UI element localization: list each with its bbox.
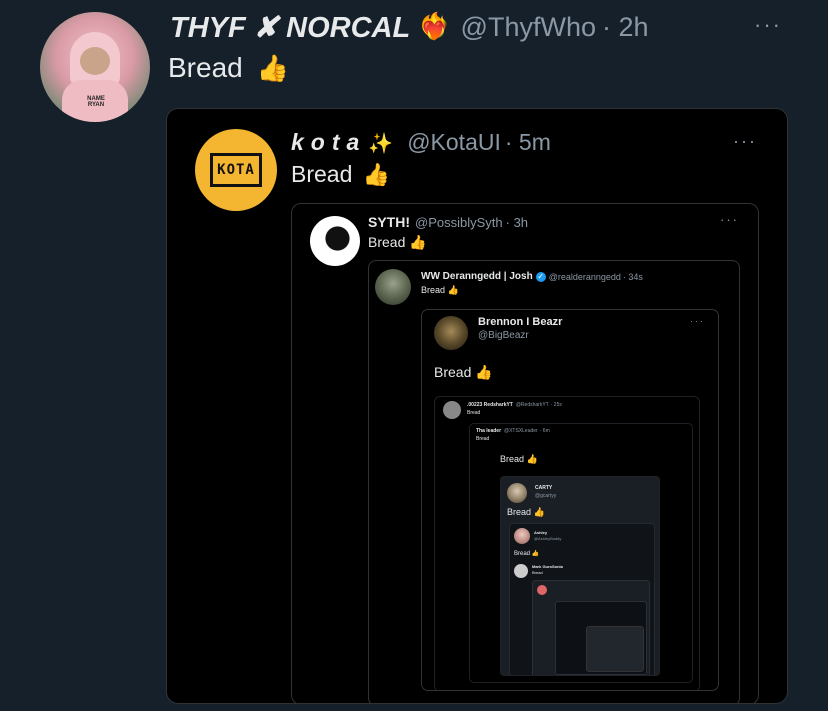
tha-leader-time[interactable]: · 6m xyxy=(540,428,550,434)
thumbs-up-icon: 👍 xyxy=(531,550,540,557)
avatar-brennon[interactable] xyxy=(434,316,468,350)
josh-header: WW Deranngedd | Josh ✓ @realderanngedd ·… xyxy=(421,271,643,282)
kota-logo-text: KOTA xyxy=(210,153,262,187)
kota-time[interactable]: · 5m xyxy=(505,129,551,156)
thumbs-up-icon: 👍 xyxy=(475,365,493,381)
quote-tweet-kota[interactable]: KOTA kota ✨ @KotaUI · 5m ··· Bread 👍 SYT… xyxy=(166,108,788,704)
fire-heart-icon: ❤️‍🔥 xyxy=(418,12,451,42)
syth-text: Bread xyxy=(368,234,406,250)
quote-tweet-nested-deep[interactable] xyxy=(532,580,650,675)
josh-time[interactable]: · 34s xyxy=(623,272,643,282)
more-options-icon[interactable]: ··· xyxy=(754,12,782,38)
brennon-name[interactable]: Brennon I Beazr xyxy=(478,316,562,328)
redshark-time[interactable]: · 25s xyxy=(551,402,562,408)
main-tweet-text: Bread 👍 xyxy=(168,52,289,84)
quote-tweet-nested-deepest[interactable] xyxy=(586,626,644,672)
quote-tweet-carty[interactable]: CARTY @gcartyy Bread 👍 Ashley @AshleyBud… xyxy=(500,476,660,676)
thumbs-up-icon: 👍 xyxy=(256,54,289,84)
kota-text: Bread xyxy=(291,161,353,187)
avatar-hoodie-text: NAME RYAN xyxy=(87,96,105,108)
tweet-text: Bread xyxy=(168,52,243,83)
tha-leader-header: Tha leader @XTSXLeader · 6m xyxy=(476,428,550,434)
avatar-carty[interactable] xyxy=(507,483,527,503)
sparkles-icon: ✨ xyxy=(368,130,394,155)
redshark-header: .00223 RedsharkYT @RedsharkYT · 25s xyxy=(467,402,562,408)
kota-name[interactable]: kota xyxy=(291,129,366,156)
josh-handle[interactable]: @realderanngedd xyxy=(549,272,621,282)
brennon-more-icon[interactable]: ··· xyxy=(690,316,705,326)
josh-text: Bread xyxy=(421,285,446,295)
tha-leader-handle[interactable]: @XTSXLeader xyxy=(504,428,538,434)
syth-more-icon[interactable]: ··· xyxy=(720,212,739,227)
avatar-deep-1 xyxy=(537,585,547,595)
avatar-redshark[interactable] xyxy=(443,401,461,419)
syth-handle[interactable]: @PossiblySyth xyxy=(415,215,503,230)
quote-tweet-ashley[interactable]: Ashley @AshleyBuddy Bread 👍 Mark GuroSon… xyxy=(509,523,655,675)
quote-tweet-syth[interactable]: SYTH! @PossiblySyth · 3h ··· Bread 👍 WW … xyxy=(291,203,759,703)
carty-text: Bread xyxy=(507,507,532,517)
avatar-thyf[interactable]: NAME RYAN xyxy=(40,12,150,122)
redshark-text: Bread xyxy=(467,410,481,416)
syth-time[interactable]: · 3h xyxy=(506,215,528,230)
ashley-tweet-text: Bread 👍 xyxy=(514,550,539,557)
redshark-handle[interactable]: @RedsharkYT xyxy=(516,402,549,408)
kota-handle[interactable]: @KotaUI xyxy=(407,129,501,156)
carty-name[interactable]: CARTY xyxy=(535,485,552,491)
quote-tweet-tha-leader[interactable]: Tha leader @XTSXLeader · 6m Bread Bread … xyxy=(469,423,693,683)
avatar-ashley[interactable] xyxy=(514,528,530,544)
josh-tweet-text: Bread 👍 xyxy=(421,285,459,296)
kota-tweet-text: Bread 👍 xyxy=(291,161,390,188)
quote-tweet-josh[interactable]: WW Deranngedd | Josh ✓ @realderanngedd ·… xyxy=(368,260,740,703)
ashley-handle[interactable]: @AshleyBuddy xyxy=(534,536,561,541)
carty-handle[interactable]: @gcartyy xyxy=(535,493,556,499)
quote-tweet-brennon[interactable]: Brennon I Beazr @BigBeazr ··· Bread 👍 .0… xyxy=(421,309,719,691)
avatar-josh[interactable] xyxy=(375,269,411,305)
brennon-tweet-text: Bread 👍 xyxy=(434,364,493,381)
syth-name[interactable]: SYTH! xyxy=(368,214,410,230)
redshark-name[interactable]: .00223 RedsharkYT xyxy=(467,402,513,408)
syth-header: SYTH! @PossiblySyth · 3h xyxy=(368,214,528,230)
avatar-kota-logo[interactable]: KOTA xyxy=(195,129,277,211)
redshark-tweet-text: Bread xyxy=(467,410,480,416)
syth-tweet-text: Bread 👍 xyxy=(368,234,427,251)
main-tweet-header: THYF ✘ NORCAL ❤️‍🔥 @ThyfWho · 2h xyxy=(170,10,649,44)
author-handle[interactable]: @ThyfWho xyxy=(461,12,596,43)
ashley-name[interactable]: Ashley xyxy=(534,530,547,535)
mark-name[interactable]: Mark GuroSonia xyxy=(532,564,563,569)
tha-leader-text: Bread xyxy=(476,436,490,442)
author-name[interactable]: THYF ✘ NORCAL xyxy=(170,10,410,45)
carty-tweet-text: Bread 👍 xyxy=(507,507,545,518)
verified-badge-icon: ✓ xyxy=(535,271,546,282)
quote-tweet-nested-deeper[interactable] xyxy=(555,601,647,675)
thumbs-up-icon: 👍 xyxy=(533,508,545,518)
thumbs-up-icon: 👍 xyxy=(409,235,427,251)
mark-tweet-text: Bread xyxy=(532,570,543,575)
quote-tweet-redshark[interactable]: .00223 RedsharkYT @RedsharkYT · 25s Brea… xyxy=(434,396,700,690)
thumbs-up-icon: 👍 xyxy=(362,163,391,188)
tha-leader-tweet-text: Bread xyxy=(476,436,489,442)
avatar-syth[interactable] xyxy=(310,216,360,266)
josh-name[interactable]: WW Deranngedd | Josh xyxy=(421,271,533,282)
tha-leader-name[interactable]: Tha leader xyxy=(476,428,501,434)
brennon-handle[interactable]: @BigBeazr xyxy=(478,330,529,341)
thumbs-up-icon: 👍 xyxy=(447,286,459,296)
bread-caption: Bread 👍 xyxy=(500,454,538,465)
ashley-text: Bread xyxy=(514,551,531,557)
kota-header: kota ✨ @KotaUI · 5m xyxy=(291,129,551,156)
tweet-time[interactable]: · 2h xyxy=(602,12,649,43)
kota-more-icon[interactable]: ··· xyxy=(733,131,757,152)
brennon-text: Bread xyxy=(434,364,472,380)
avatar-mark[interactable] xyxy=(514,564,528,578)
bread-caption-text: Bread xyxy=(500,454,525,464)
thumbs-up-icon: 👍 xyxy=(526,455,538,465)
